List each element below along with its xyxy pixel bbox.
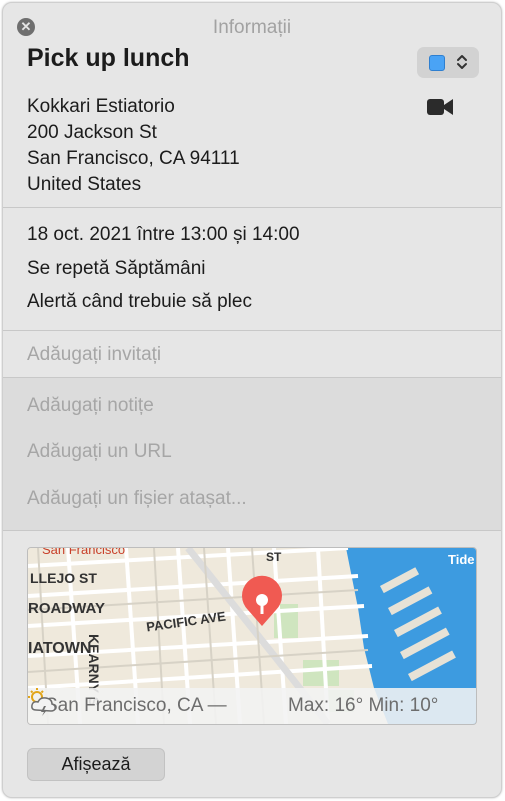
location-line: United States bbox=[27, 174, 142, 195]
divider bbox=[3, 530, 501, 531]
location-line: Kokkari Estiatorio bbox=[27, 96, 175, 117]
location-line: San Francisco, CA 94111 bbox=[27, 148, 240, 169]
title-bar: ✕ Informații bbox=[3, 3, 501, 49]
calendar-color-swatch bbox=[429, 55, 445, 71]
divider bbox=[3, 330, 501, 331]
map-label: ROADWAY bbox=[28, 600, 105, 617]
location-map[interactable]: San Francisco LLEJO ST ROADWAY PACIFIC A… bbox=[27, 547, 477, 725]
weather-bar: San Francisco, CA — Max: 16° Min: 10° bbox=[28, 688, 476, 724]
show-button[interactable]: Afișează bbox=[27, 748, 165, 781]
window-title: Informații bbox=[212, 17, 292, 38]
event-repeat[interactable]: Se repetă Săptămâni bbox=[27, 258, 206, 280]
divider bbox=[3, 207, 501, 208]
add-notes-field[interactable]: Adăugați notițe bbox=[27, 395, 154, 417]
map-label: ST bbox=[266, 550, 282, 564]
video-call-icon[interactable] bbox=[427, 98, 453, 116]
up-down-chevron-icon bbox=[457, 55, 467, 69]
add-url-field[interactable]: Adăugați un URL bbox=[27, 441, 172, 463]
add-invitees-field[interactable]: Adăugați invitați bbox=[27, 344, 161, 366]
weather-location: San Francisco, CA — bbox=[45, 695, 227, 716]
event-location[interactable]: Kokkari Estiatorio 200 Jackson St San Fr… bbox=[27, 94, 240, 198]
map-label: Tide bbox=[448, 552, 475, 567]
event-info-popover: ✕ Informații Pick up lunch Kokkari Estia… bbox=[2, 2, 502, 798]
location-line: 200 Jackson St bbox=[27, 122, 157, 143]
add-attachment-field[interactable]: Adăugați un fișier atașat... bbox=[27, 488, 247, 510]
event-date-time[interactable]: 18 oct. 2021 între 13:00 și 14:00 bbox=[27, 224, 300, 246]
event-alert[interactable]: Alertă când trebuie să plec bbox=[27, 291, 252, 313]
map-label: IATOWN bbox=[28, 640, 92, 657]
partly-cloudy-thunderstorm-icon bbox=[28, 688, 56, 716]
map-label: San Francisco bbox=[42, 547, 126, 557]
map-label: LLEJO ST bbox=[30, 570, 97, 586]
weather-temperatures: Max: 16° Min: 10° bbox=[288, 695, 439, 716]
calendar-color-popup[interactable] bbox=[417, 47, 479, 78]
notes-section: Adăugați notițe Adăugați un URL Adăugați… bbox=[3, 378, 501, 530]
event-title[interactable]: Pick up lunch bbox=[27, 44, 190, 73]
